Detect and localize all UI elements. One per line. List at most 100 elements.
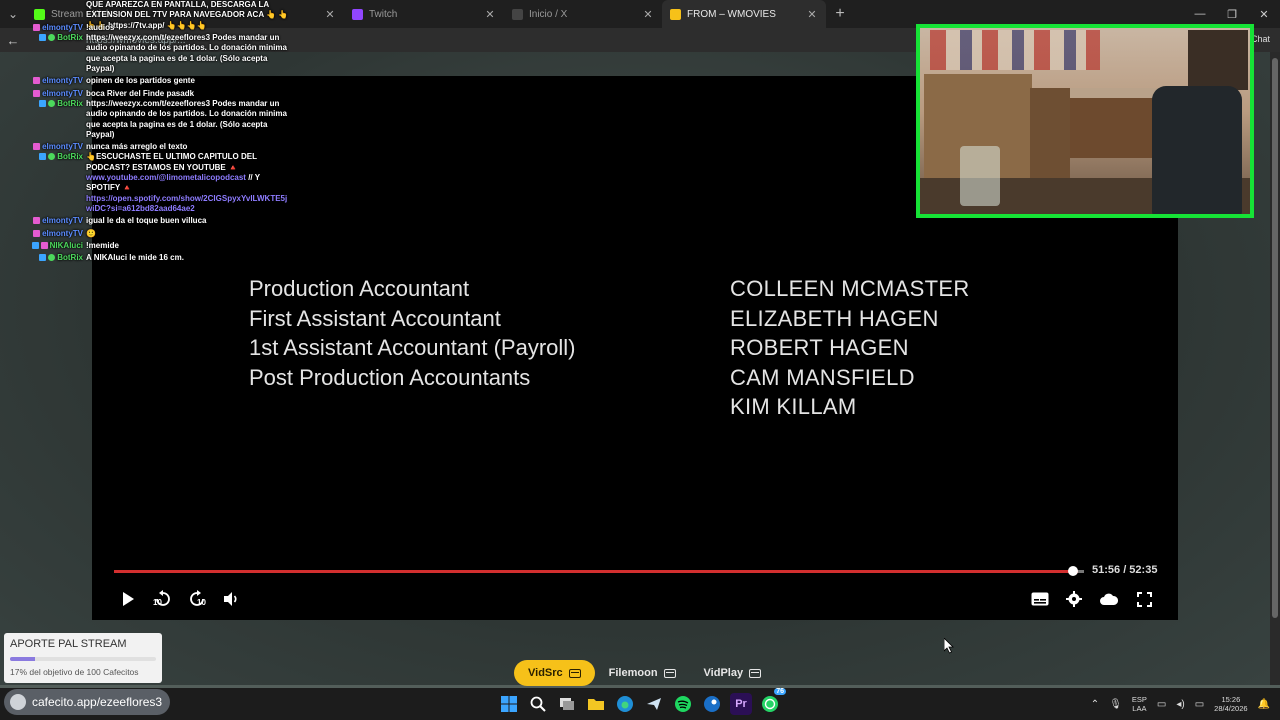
source-filemoon[interactable]: Filemoon bbox=[595, 660, 690, 686]
windows-start-icon[interactable] bbox=[498, 693, 520, 715]
chat-user: NIKAluci bbox=[20, 241, 86, 251]
credit-name: ROBERT HAGEN bbox=[730, 335, 909, 360]
chat-user: BotRix bbox=[20, 253, 86, 263]
donation-text: 17% del objetivo de 100 Cafecitos bbox=[10, 667, 139, 677]
chat-user: elmontyTV bbox=[20, 76, 86, 86]
close-icon[interactable]: ✕ bbox=[806, 8, 818, 21]
volume-tray-icon[interactable]: ◂) bbox=[1176, 699, 1184, 710]
source-vidsrc[interactable]: VidSrc bbox=[514, 660, 595, 686]
fullscreen-button[interactable] bbox=[1134, 588, 1154, 610]
source-vidplay[interactable]: VidPlay bbox=[690, 660, 776, 686]
stream-chat-overlay: QUE APAREZCA EN PANTALLA, DESCARGA LA EX… bbox=[20, 0, 290, 263]
credit-role: First Assistant Accountant bbox=[249, 305, 501, 331]
close-icon[interactable]: ✕ bbox=[324, 8, 336, 21]
close-icon[interactable]: ✕ bbox=[484, 8, 496, 21]
chat-text: boca River del Finde pasadk bbox=[86, 88, 195, 98]
task-view-icon[interactable] bbox=[556, 693, 578, 715]
battery-icon[interactable]: ▭ bbox=[1195, 699, 1204, 710]
mail-icon[interactable] bbox=[643, 693, 665, 715]
donation-progress-bar bbox=[10, 657, 156, 661]
chat-text: nunca más arreglo el texto bbox=[86, 142, 188, 152]
spotify-icon[interactable] bbox=[672, 693, 694, 715]
forward-seconds: 10 bbox=[197, 598, 206, 607]
wmovies-icon bbox=[670, 8, 681, 20]
notification-bell-icon[interactable]: 🔔 bbox=[1258, 699, 1270, 710]
premiere-icon[interactable]: Pr bbox=[730, 693, 752, 715]
steam-icon[interactable] bbox=[701, 693, 723, 715]
bot-badge-icon bbox=[39, 34, 47, 42]
cafecito-link[interactable]: cafecito.app/ezeeflores3 bbox=[4, 689, 170, 715]
progress-handle[interactable] bbox=[1068, 566, 1078, 576]
credit-name: CAM MANSFIELD bbox=[730, 364, 915, 390]
spotify-link[interactable]: https://open.spotify.com/show/2CIGSpyxYv… bbox=[86, 194, 290, 215]
chat-text: https://weezyx.com/t/ezeeflores3 Podes m… bbox=[86, 33, 287, 74]
source-label: VidSrc bbox=[528, 667, 563, 679]
progress-bar[interactable] bbox=[114, 570, 1080, 573]
sub-badge-icon bbox=[31, 241, 39, 249]
moderator-badge-icon bbox=[33, 143, 41, 151]
chevron-up-icon[interactable]: ⌃ bbox=[1091, 699, 1099, 710]
moderator-badge-icon bbox=[33, 217, 41, 225]
volume-button[interactable] bbox=[220, 588, 242, 610]
webcam-chair bbox=[1152, 86, 1242, 214]
rewind-button[interactable]: 10 bbox=[152, 588, 174, 610]
scrollbar-thumb[interactable] bbox=[1272, 58, 1278, 618]
forward-button[interactable]: 10 bbox=[186, 588, 208, 610]
close-icon[interactable]: ✕ bbox=[642, 8, 654, 21]
tab-x[interactable]: Inicio / X ✕ bbox=[504, 0, 662, 28]
youtube-link[interactable]: www.youtube.com/@limometalicopodcast bbox=[86, 173, 246, 182]
chat-message: NIKAluci !memide bbox=[20, 241, 290, 251]
subtitles-button[interactable] bbox=[1030, 588, 1050, 610]
rewind-seconds: 10 bbox=[153, 598, 162, 607]
twitch-icon bbox=[352, 8, 363, 20]
mouse-cursor-icon bbox=[944, 638, 954, 654]
cafecito-text: cafecito.app/ezeeflores3 bbox=[32, 695, 163, 709]
network-icon[interactable]: ▭ bbox=[1157, 699, 1166, 710]
windows-taskbar: Pr 76 ⌃ 🎙 ESP LAA ▭ ◂) ▭ 15:26 28/4/2026… bbox=[0, 688, 1280, 720]
moderator-badge-icon bbox=[40, 241, 48, 249]
play-button[interactable] bbox=[118, 588, 138, 610]
x-icon bbox=[512, 8, 523, 20]
tab-twitch[interactable]: Twitch ✕ bbox=[344, 0, 504, 28]
clock[interactable]: 15:26 28/4/2026 bbox=[1214, 695, 1247, 713]
server-icon bbox=[568, 668, 581, 678]
donation-progress-fill bbox=[10, 657, 35, 661]
moderator-badge-icon bbox=[33, 23, 41, 31]
cafecito-icon bbox=[10, 694, 26, 710]
volume-icon bbox=[224, 592, 237, 606]
cloud-server-button[interactable] bbox=[1098, 588, 1120, 610]
chat-text: opinen de los partidos gente bbox=[86, 76, 195, 86]
file-explorer-icon[interactable] bbox=[585, 693, 607, 715]
whatsapp-icon[interactable]: 76 bbox=[759, 688, 786, 715]
moderator-badge-icon bbox=[33, 89, 41, 97]
chat-user: elmontyTV bbox=[20, 229, 86, 239]
new-tab-icon[interactable]: + bbox=[826, 5, 854, 23]
microphone-icon[interactable]: 🎙 bbox=[1109, 699, 1122, 710]
scrollbar[interactable] bbox=[1270, 52, 1280, 685]
search-icon[interactable] bbox=[527, 693, 549, 715]
language-indicator[interactable]: ESP LAA bbox=[1132, 695, 1147, 713]
progress-remaining bbox=[1078, 570, 1084, 573]
taskbar-apps: Pr 76 bbox=[498, 688, 786, 715]
tab-wmovies[interactable]: FROM – WMOVIES ✕ bbox=[662, 0, 826, 28]
moderator-badge-icon bbox=[33, 77, 41, 85]
chat-user: BotRix bbox=[20, 33, 86, 74]
moderator-badge-icon bbox=[33, 229, 41, 237]
chat-text: A NIKAluci le mide 16 cm. bbox=[86, 253, 184, 263]
chat-user: BotRix bbox=[20, 99, 86, 140]
settings-button[interactable] bbox=[1064, 588, 1084, 610]
verified-badge-icon bbox=[48, 254, 56, 262]
chat-text: !audios bbox=[86, 22, 115, 32]
chat-message: elmontyTV igual le da el toque buen vill… bbox=[20, 216, 290, 226]
chat-user: BotRix bbox=[20, 152, 86, 173]
tab-title: Inicio / X bbox=[529, 8, 568, 20]
chat-text: www.youtube.com/@limometalicopodcast // … bbox=[86, 173, 260, 193]
server-icon bbox=[749, 668, 762, 678]
cloud-icon bbox=[1100, 593, 1118, 605]
webcam-window bbox=[1188, 30, 1248, 90]
webcam-overlay bbox=[916, 24, 1254, 218]
source-label: Filemoon bbox=[608, 667, 658, 679]
webcam-jar bbox=[960, 146, 1000, 206]
edge-icon[interactable] bbox=[614, 693, 636, 715]
chat-message: https://open.spotify.com/show/2CIGSpyxYv… bbox=[20, 194, 290, 215]
